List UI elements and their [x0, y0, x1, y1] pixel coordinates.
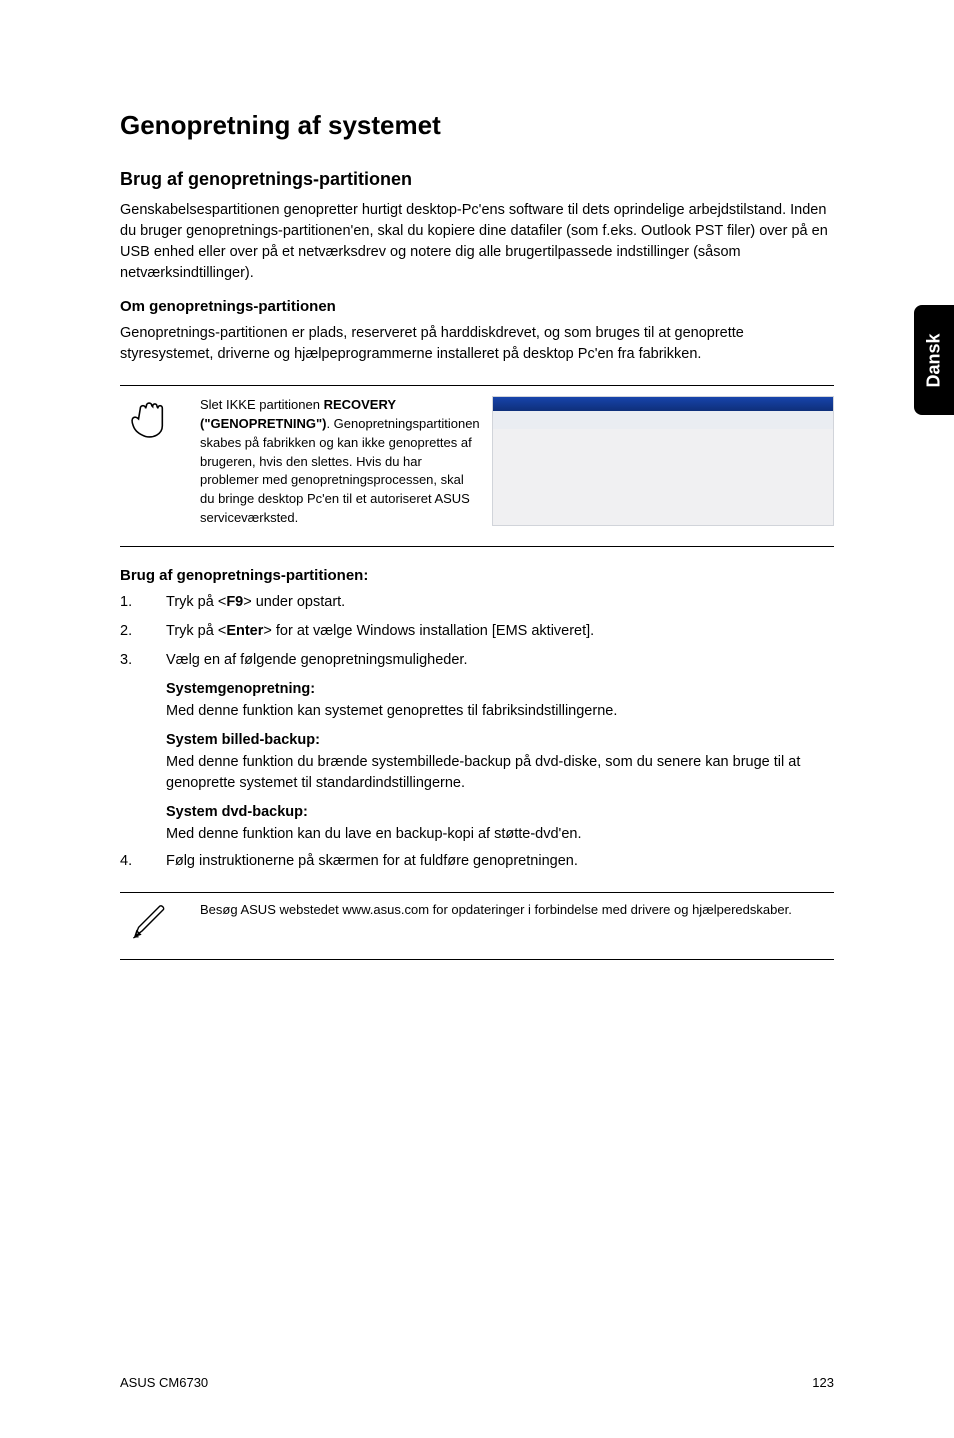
footer-page-number: 123 [812, 1375, 834, 1390]
info-text: Besøg ASUS webstedet www.asus.com for op… [200, 901, 834, 928]
step-body: Tryk på <F9> under opstart. [166, 592, 834, 613]
caution-pre: Slet IKKE partitionen [200, 397, 324, 412]
step-number: 4. [120, 851, 166, 872]
step-4: 4. Følg instruktionerne på skærmen for a… [120, 851, 834, 872]
option-heading-dvd-backup: System dvd-backup: [166, 804, 834, 820]
caution-note: Slet IKKE partitionen RECOVERY ("GENOPRE… [120, 385, 834, 547]
info-note: Besøg ASUS webstedet www.asus.com for op… [120, 892, 834, 960]
about-paragraph: Genopretnings-partitionen er plads, rese… [120, 323, 834, 365]
step-number: 2. [120, 621, 166, 642]
recovery-options: Systemgenopretning: Med denne funktion k… [166, 681, 834, 845]
option-heading-system-recovery: Systemgenopretning: [166, 681, 834, 697]
option-body: Med denne funktion kan systemet genopret… [166, 701, 834, 722]
steps-list: 1. Tryk på <F9> under opstart. 2. Tryk p… [120, 592, 834, 671]
step-number: 3. [120, 650, 166, 671]
subheading-about-partition: Om genopretnings-partitionen [120, 298, 834, 315]
step-number: 1. [120, 592, 166, 613]
option-body: Med denne funktion du brænde systembille… [166, 752, 834, 794]
disk-management-screenshot [492, 396, 834, 526]
pencil-icon [120, 901, 180, 951]
option-heading-image-backup: System billed-backup: [166, 732, 834, 748]
section-heading-use-partition: Brug af genopretnings-partitionen [120, 169, 834, 190]
page-title: Genopretning af systemet [120, 110, 834, 141]
step-1: 1. Tryk på <F9> under opstart. [120, 592, 834, 613]
intro-paragraph: Genskabelsespartitionen genopretter hurt… [120, 200, 834, 284]
option-body: Med denne funktion kan du lave en backup… [166, 824, 834, 845]
step-body: Vælg en af følgende genopretningsmulighe… [166, 650, 834, 671]
subheading-use-partition-steps: Brug af genopretnings-partitionen: [120, 567, 834, 584]
step-2: 2. Tryk på <Enter> for at vælge Windows … [120, 621, 834, 642]
caution-text: Slet IKKE partitionen RECOVERY ("GENOPRE… [200, 396, 480, 536]
hand-icon [120, 396, 180, 446]
steps-list-cont: 4. Følg instruktionerne på skærmen for a… [120, 851, 834, 872]
caution-post: . Genopretningspartitionen skabes på fab… [200, 416, 480, 525]
step-body: Følg instruktionerne på skærmen for at f… [166, 851, 834, 872]
step-body: Tryk på <Enter> for at vælge Windows ins… [166, 621, 834, 642]
page-content: Genopretning af systemet Brug af genopre… [0, 0, 954, 1438]
step-3: 3. Vælg en af følgende genopretningsmuli… [120, 650, 834, 671]
footer-model: ASUS CM6730 [120, 1375, 208, 1390]
page-footer: ASUS CM6730 123 [120, 1375, 834, 1390]
